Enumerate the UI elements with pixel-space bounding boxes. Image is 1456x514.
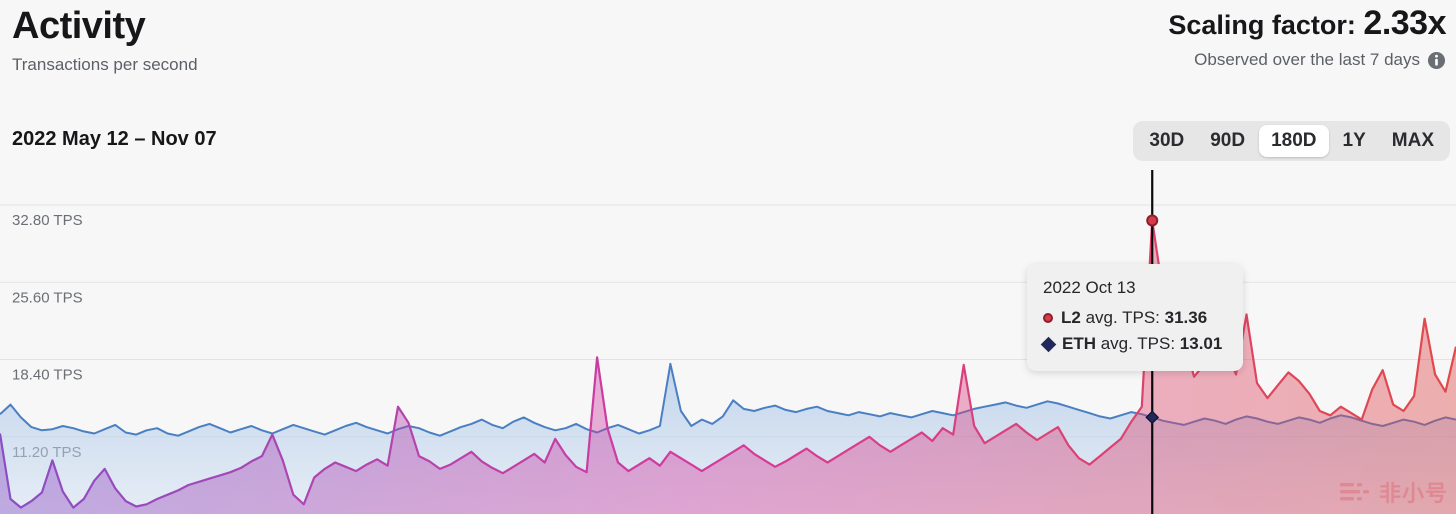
diamond-marker-icon — [1040, 336, 1057, 352]
range-button-1y[interactable]: 1Y — [1331, 125, 1378, 157]
range-button-max[interactable]: MAX — [1380, 125, 1446, 157]
header-left: Activity Transactions per second — [12, 4, 198, 75]
range-button-90d[interactable]: 90D — [1198, 125, 1257, 157]
watermark-text: 非小号 — [1378, 481, 1448, 506]
tooltip-row-eth: ETH avg. TPS: 13.01 — [1040, 331, 1227, 357]
svg-text:32.80 TPS: 32.80 TPS — [12, 212, 83, 229]
tooltip-l2-text: L2 avg. TPS: 31.36 — [1061, 305, 1207, 331]
time-range-selector[interactable]: 30D 90D 180D 1Y MAX — [1133, 121, 1450, 161]
svg-text:18.40 TPS: 18.40 TPS — [12, 367, 83, 384]
tooltip-eth-value: 13.01 — [1179, 334, 1223, 353]
scaling-factor: Scaling factor: 2.33x — [1168, 6, 1446, 42]
tooltip-l2-label: avg. TPS: — [1080, 308, 1165, 327]
chart-tooltip: 2022 Oct 13 L2 avg. TPS: 31.36 ETH avg. … — [1027, 264, 1243, 371]
tooltip-eth-label: avg. TPS: — [1096, 334, 1180, 353]
info-icon[interactable] — [1427, 51, 1446, 70]
scaling-factor-value: 2.33x — [1363, 4, 1446, 42]
circle-marker-icon — [1043, 313, 1053, 323]
tooltip-l2-name: L2 — [1061, 308, 1081, 327]
tooltip-row-l2: L2 avg. TPS: 31.36 — [1043, 305, 1227, 331]
observed-label: Observed over the last 7 days — [1194, 50, 1420, 69]
scaling-factor-label: Scaling factor: — [1168, 10, 1364, 40]
observed-row: Observed over the last 7 days — [1168, 50, 1446, 70]
page-title: Activity — [12, 5, 146, 47]
page-header: Activity Transactions per second Scaling… — [0, 0, 1456, 110]
chart-subheader: 2022 May 12 – Nov 07 30D 90D 180D 1Y MAX — [0, 118, 1456, 164]
watermark: 非小号 — [1339, 476, 1448, 508]
range-button-30d[interactable]: 30D — [1137, 125, 1196, 157]
page-subtitle: Transactions per second — [12, 55, 198, 74]
activity-chart-page: Activity Transactions per second Scaling… — [0, 0, 1456, 514]
date-range-label: 2022 May 12 – Nov 07 — [12, 128, 217, 150]
tooltip-eth-name: ETH — [1062, 334, 1096, 353]
tooltip-eth-text: ETH avg. TPS: 13.01 — [1062, 331, 1222, 357]
tooltip-date: 2022 Oct 13 — [1043, 278, 1136, 297]
range-button-180d[interactable]: 180D — [1259, 125, 1329, 157]
svg-text:25.60 TPS: 25.60 TPS — [12, 289, 83, 306]
tooltip-l2-value: 31.36 — [1164, 308, 1208, 327]
header-right: Scaling factor: 2.33x Observed over the … — [1168, 6, 1446, 70]
watermark-logo-icon — [1339, 483, 1369, 501]
